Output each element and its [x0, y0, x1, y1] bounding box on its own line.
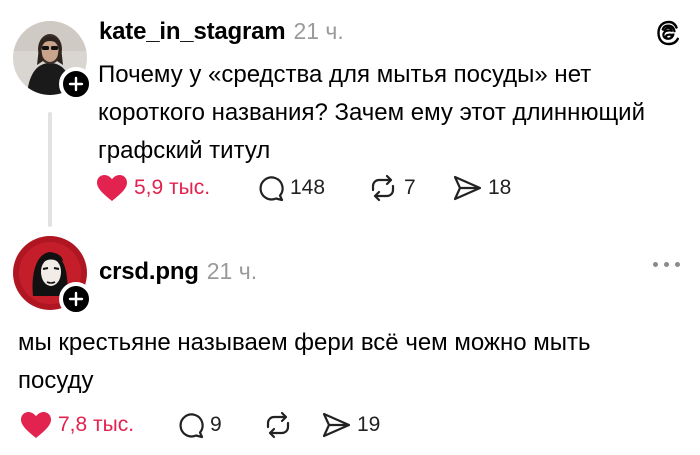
text-line: графский титул: [98, 137, 271, 164]
comment-icon: [179, 413, 204, 439]
repost-button[interactable]: [263, 411, 321, 439]
threads-logo-icon[interactable]: [654, 18, 684, 48]
like-button[interactable]: 7,8 тыс.: [20, 411, 176, 439]
text-line: посуду: [18, 367, 94, 394]
comment-count: 148: [290, 176, 326, 199]
repost-icon: [371, 174, 395, 202]
username[interactable]: crsd.png: [99, 258, 199, 286]
reply-header: crsd.png 21 ч.: [99, 258, 257, 286]
reply-actions: 7,8 тыс. 9 19: [20, 411, 380, 439]
more-dot: [653, 262, 658, 267]
text-line: Почему у «средства для мытья посуды» нет: [98, 61, 592, 88]
plus-icon: [68, 76, 84, 92]
thread-line: [48, 112, 52, 227]
repost-button[interactable]: 7: [368, 174, 452, 202]
post-avatar-wrap[interactable]: [13, 21, 93, 101]
timestamp: 21 ч.: [206, 258, 258, 284]
like-count: 5,9 тыс.: [134, 176, 211, 199]
heart-icon: [97, 175, 127, 201]
share-count: 18: [488, 176, 512, 199]
share-icon: [453, 175, 482, 201]
follow-button[interactable]: [59, 282, 93, 316]
share-button[interactable]: 19: [321, 412, 380, 438]
heart-icon: [21, 412, 51, 438]
reply-avatar-wrap[interactable]: [13, 236, 93, 316]
repost-icon: [266, 411, 290, 439]
comment-count: 9: [210, 413, 222, 436]
comment-button[interactable]: 148: [256, 174, 368, 202]
share-icon: [322, 412, 351, 438]
share-button[interactable]: 18: [452, 175, 511, 201]
text-line: мы крестьяне называем фери всё чем можно…: [18, 329, 591, 356]
post-actions: 5,9 тыс. 148 7 18: [96, 174, 511, 202]
comment-icon: [259, 176, 284, 202]
username[interactable]: kate_in_stagram: [99, 18, 286, 46]
reply-text: мы крестьяне называем фери всё чем можно…: [18, 324, 590, 400]
follow-button[interactable]: [59, 67, 93, 101]
more-icon[interactable]: [653, 262, 680, 267]
text-line: короткого названия? Зачем ему этот длинн…: [98, 99, 645, 126]
post-text: Почему у «средства для мытья посуды» нет…: [98, 56, 645, 170]
timestamp: 21 ч.: [293, 18, 344, 44]
comment-button[interactable]: 9: [176, 411, 263, 439]
share-count: 19: [357, 413, 381, 436]
post-header: kate_in_stagram 21 ч.: [99, 18, 344, 46]
like-count: 7,8 тыс.: [58, 413, 135, 436]
more-dot: [664, 262, 669, 267]
more-dot: [675, 262, 680, 267]
plus-icon: [68, 291, 84, 307]
like-button[interactable]: 5,9 тыс.: [96, 174, 256, 202]
repost-count: 7: [404, 176, 416, 199]
